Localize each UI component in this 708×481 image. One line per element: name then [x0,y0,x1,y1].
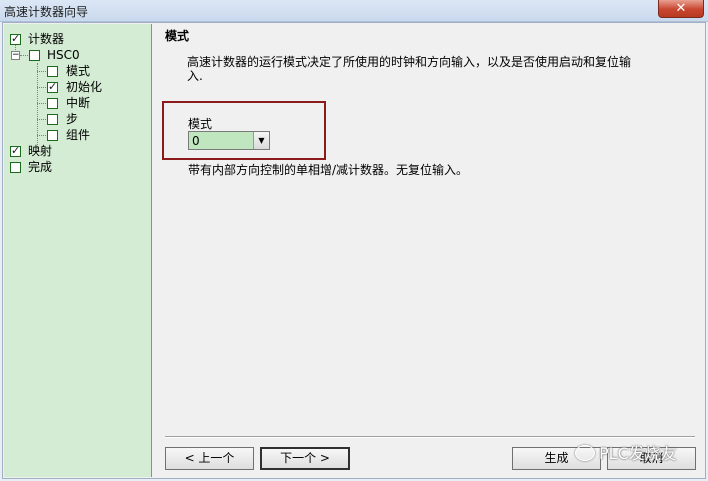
tree-item-finish[interactable]: 完成 [4,159,150,175]
collapse-icon[interactable]: − [11,51,20,60]
chat-bubble-icon [575,445,595,461]
prev-button[interactable]: < 上一个 [165,447,254,470]
tree-item-init[interactable]: 初始化 [4,79,150,95]
close-button[interactable]: ✕ [658,0,704,18]
wizard-frame: 计数器 − HSC0 模式 初始化 中断 步 [2,22,706,479]
tree-item-component[interactable]: 组件 [4,127,150,143]
main-panel: 模式 高速计数器的运行模式决定了所使用的时钟和方向输入，以及是否使用启动和复位输… [155,24,705,477]
watermark-text: PLC发烧友 [599,444,677,463]
mode-value: 0 [192,134,200,148]
navigation-tree: 计数器 − HSC0 模式 初始化 中断 步 [4,24,152,477]
checkbox-icon[interactable] [47,98,58,109]
tree-item-label: 完成 [28,160,53,174]
next-button[interactable]: 下一个 > [260,447,350,470]
tree-item-label: 模式 [66,64,91,78]
tree-item-interrupt[interactable]: 中断 [4,95,150,111]
watermark: PLC发烧友 [575,440,677,464]
checkbox-icon[interactable] [10,31,21,47]
mode-dropdown[interactable]: 0 ▼ [188,131,270,150]
tree-item-label: 步 [66,112,79,126]
tree-item-mapping[interactable]: 映射 [4,143,150,159]
mode-note: 带有内部方向控制的单相增/减计数器。无复位输入。 [188,163,469,177]
tree-item-step[interactable]: 步 [4,111,150,127]
checkbox-icon[interactable] [47,114,58,125]
checkbox-icon[interactable] [10,162,21,173]
checkbox-icon[interactable] [47,66,58,77]
tree-item-label: 计数器 [28,32,65,46]
tree-item-label: 中断 [66,96,91,110]
divider [165,436,695,438]
tree-item-mode[interactable]: 模式 [4,63,150,79]
tree-item-hsc0[interactable]: − HSC0 [4,47,150,63]
tree-item-label: 组件 [66,128,91,142]
section-title: 模式 [165,29,190,43]
checkbox-icon[interactable] [47,130,58,141]
mode-label: 模式 [188,117,213,131]
window-title: 高速计数器向导 [4,5,89,19]
mode-description: 高速计数器的运行模式决定了所使用的时钟和方向输入，以及是否使用启动和复位输入. [187,55,632,83]
checkbox-icon[interactable] [47,79,58,95]
tree-item-label: 初始化 [66,80,103,94]
tree-item-label: 映射 [28,144,53,158]
tree-item-label: HSC0 [47,48,80,62]
tree-item-counter[interactable]: 计数器 [4,31,150,47]
checkbox-icon[interactable] [10,143,21,159]
wizard-window: 高速计数器向导 ✕ 计数器 − HSC0 [0,0,708,481]
checkbox-icon[interactable] [29,50,40,61]
title-bar[interactable]: 高速计数器向导 ✕ [0,0,708,22]
close-icon: ✕ [675,1,687,16]
dropdown-arrow-icon[interactable]: ▼ [253,132,269,149]
